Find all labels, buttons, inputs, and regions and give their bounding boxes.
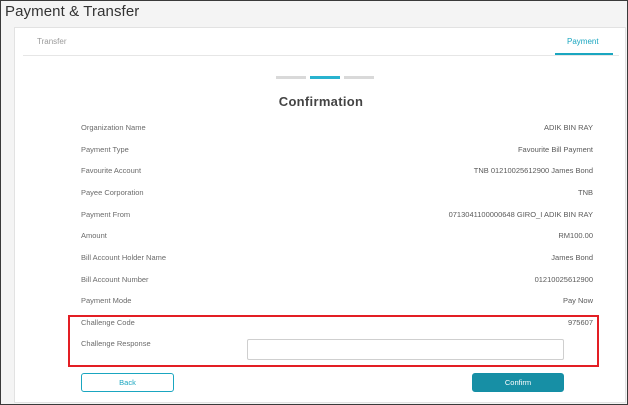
detail-value: TNB	[578, 188, 593, 197]
detail-value: 0713041100000648 GIRO_I ADIK BIN RAY	[448, 210, 593, 219]
detail-label: Favourite Account	[81, 166, 142, 175]
detail-row-amount: Amount RM100.00	[81, 231, 593, 245]
detail-label: Amount	[81, 231, 107, 240]
tab-payment[interactable]: Payment	[567, 37, 599, 46]
challenge-response-input[interactable]	[247, 339, 564, 360]
challenge-response-label: Challenge Response	[81, 339, 151, 348]
page-title: Payment & Transfer	[5, 3, 140, 20]
tab-transfer[interactable]: Transfer	[37, 37, 67, 46]
detail-label: Bill Account Number	[81, 275, 149, 284]
tab-divider	[23, 55, 619, 56]
detail-value: James Bond	[551, 253, 593, 262]
tab-bar: Transfer Payment	[15, 28, 625, 58]
detail-row-payment-from: Payment From 0713041100000648 GIRO_I ADI…	[81, 210, 593, 224]
detail-label: Payment Mode	[81, 296, 132, 305]
detail-row-payee-corporation: Payee Corporation TNB	[81, 188, 593, 202]
detail-row-bill-account-holder: Bill Account Holder Name James Bond	[81, 253, 593, 267]
detail-label: Payment From	[81, 210, 131, 219]
detail-label: Payment Type	[81, 145, 129, 154]
step-indicator-1	[276, 76, 306, 79]
detail-label: Bill Account Holder Name	[81, 253, 167, 262]
detail-row-payment-type: Payment Type Favourite Bill Payment	[81, 145, 593, 159]
detail-value: RM100.00	[558, 231, 593, 240]
detail-value: Favourite Bill Payment	[517, 145, 593, 154]
detail-label: Organization Name	[81, 123, 146, 132]
challenge-code-value: 975607	[567, 318, 593, 327]
detail-label: Payee Corporation	[81, 188, 144, 197]
detail-value: ADIK BIN RAY	[543, 123, 593, 132]
detail-value: TNB 01210025612900 James Bond	[473, 166, 593, 175]
confirm-button[interactable]: Confirm	[472, 373, 564, 392]
detail-value: Pay Now	[562, 296, 593, 305]
confirmation-card: Transfer Payment Confirmation Organizati…	[14, 27, 626, 403]
detail-row-organization-name: Organization Name ADIK BIN RAY	[81, 123, 593, 137]
detail-value: 01210025612900	[534, 275, 593, 284]
section-heading: Confirmation	[278, 94, 364, 109]
step-indicator-3	[344, 76, 374, 79]
detail-row-bill-account-number: Bill Account Number 01210025612900	[81, 275, 593, 289]
app-window: Payment & Transfer Transfer Payment Conf…	[0, 0, 628, 405]
step-indicator-2-active	[310, 76, 340, 79]
detail-row-favourite-account: Favourite Account TNB 01210025612900 Jam…	[81, 166, 593, 180]
challenge-code-label: Challenge Code	[81, 318, 135, 327]
back-button[interactable]: Back	[81, 373, 174, 392]
challenge-code-row: Challenge Code 975607	[81, 318, 593, 332]
tab-active-indicator	[555, 53, 613, 55]
detail-row-payment-mode: Payment Mode Pay Now	[81, 296, 593, 310]
